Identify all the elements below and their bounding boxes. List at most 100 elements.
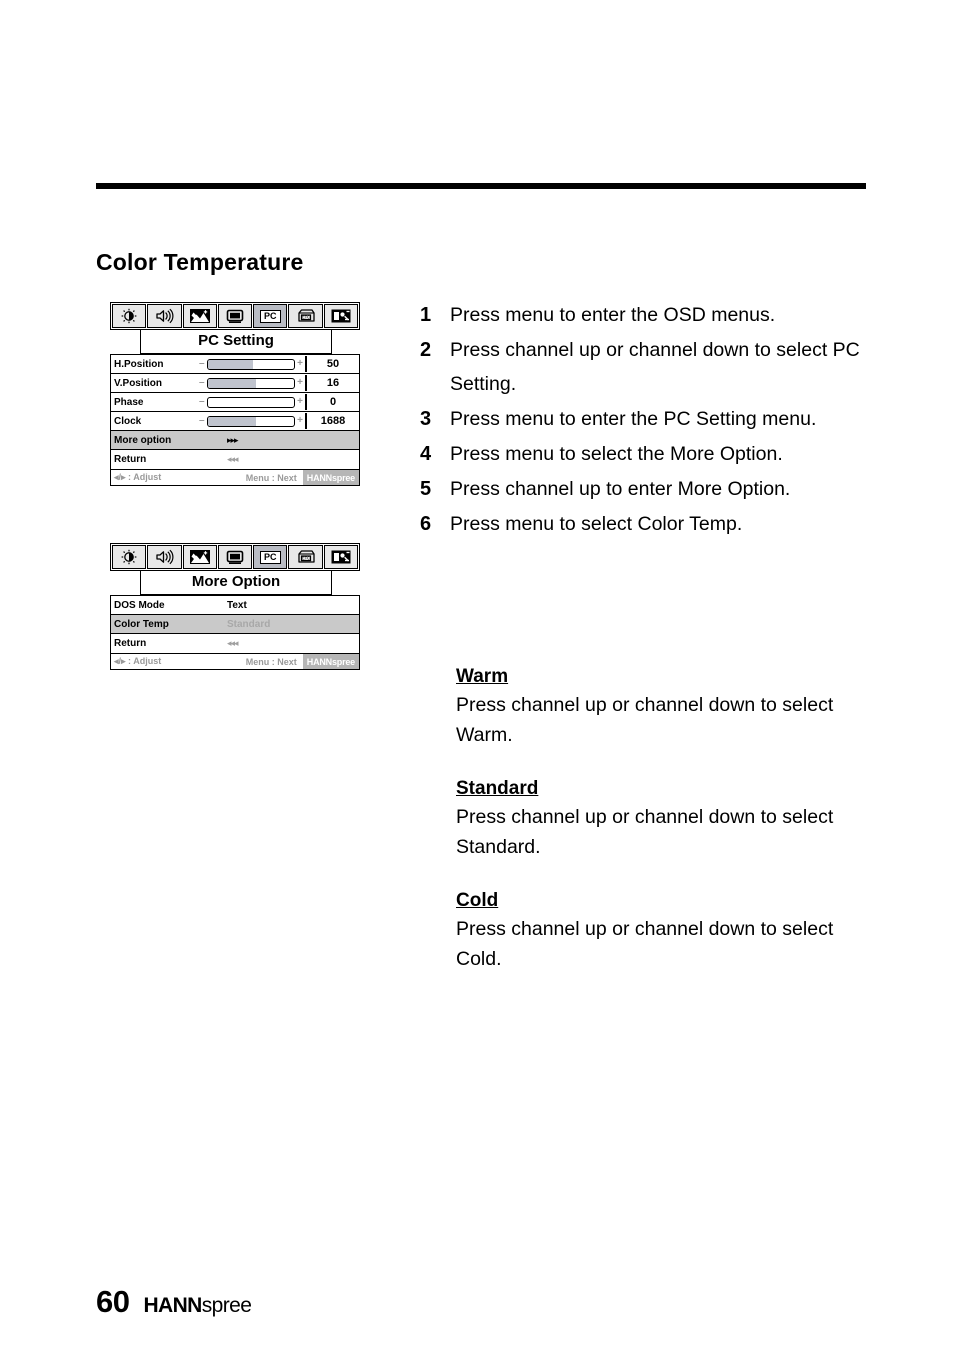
subsection-title: Cold [456, 890, 499, 911]
osd-row-value: 16 [305, 375, 359, 391]
plus-icon: + [297, 396, 303, 407]
list-item: 1 Press menu to enter the OSD menus. [420, 298, 860, 332]
tv-icon[interactable] [217, 304, 253, 328]
brightness-contrast-icon[interactable] [112, 545, 147, 569]
color-temp-options: Warm Press channel up or channel down to… [456, 666, 866, 1002]
subsection-title: Warm [456, 666, 509, 687]
osd-brand-badge: HANN spree [302, 654, 359, 669]
step-text: Press menu to select the More Option. [450, 443, 783, 465]
svg-text:ETC: ETC [301, 315, 309, 320]
step-text: Press menu to enter the PC Setting menu. [450, 408, 817, 430]
picture-icon[interactable] [182, 545, 217, 569]
osd-row-value: 0 [305, 394, 359, 410]
volume-icon[interactable] [147, 304, 182, 328]
osd-slider[interactable]: – + [199, 377, 305, 389]
osd-pc-setting-rows: H.Position – + 50 V.Position – + 16 Phas… [110, 354, 360, 470]
osd-more-option-statusbar: ◂/▸ : Adjust Menu : Next HANN spree [110, 654, 360, 670]
osd-brand-bold: HANN [306, 472, 332, 483]
header-rule [96, 183, 866, 189]
brightness-contrast-icon[interactable] [112, 304, 147, 328]
subsection-standard: Standard Press channel up or channel dow… [456, 778, 866, 862]
step-number: 2 [420, 339, 432, 361]
picture-icon[interactable] [182, 304, 217, 328]
pc-icon[interactable]: PC [253, 304, 288, 328]
brand-logo: HANNspree [143, 1294, 251, 1318]
step-number: 1 [420, 304, 432, 326]
step-text: Press channel up to enter More Option. [450, 478, 791, 500]
page-title: Color Temperature [96, 249, 304, 275]
osd-slider[interactable]: – + [199, 415, 305, 427]
minus-icon: – [199, 396, 205, 407]
input-source-icon[interactable] [323, 304, 358, 328]
osd-row-dos-mode[interactable]: DOS Mode Text [111, 596, 359, 615]
pc-icon-label: PC [260, 550, 281, 564]
osd-row-label: Clock [114, 415, 142, 427]
osd-row-more-option[interactable]: More option ▸▸▸ [111, 431, 359, 450]
osd-more-option-title: More Option [140, 571, 332, 595]
step-number: 4 [420, 443, 432, 465]
osd-brand-light: spree [331, 472, 355, 483]
instruction-steps: 1 Press menu to enter the OSD menus. 2 P… [420, 298, 860, 542]
minus-icon: – [199, 358, 205, 369]
osd-row-return[interactable]: Return ◂◂◂ [111, 450, 359, 469]
chevron-left-icon: ◂◂◂ [227, 638, 239, 648]
osd-row-return[interactable]: Return ◂◂◂ [111, 634, 359, 653]
tv-icon[interactable] [217, 545, 253, 569]
osd-icon-bar: PC ETC [110, 543, 360, 571]
osd-slider[interactable]: – + [199, 396, 305, 408]
brand-logo-bold: HANN [143, 1294, 202, 1317]
osd-row-label: V.Position [114, 377, 162, 389]
svg-text:ETC: ETC [301, 556, 309, 561]
osd-row-value: 50 [305, 356, 359, 372]
status-adjust-hint: ◂/▸ : Adjust [114, 656, 162, 666]
osd-row-vposition[interactable]: V.Position – + 16 [111, 374, 359, 393]
subsection-warm: Warm Press channel up or channel down to… [456, 666, 866, 750]
page-number: 60 [96, 1284, 130, 1319]
pc-icon[interactable]: PC [253, 545, 288, 569]
osd-row-value: 1688 [305, 413, 359, 429]
osd-pc-setting-title: PC Setting [140, 330, 332, 354]
osd-row-label: Return [114, 454, 147, 465]
brand-logo-light: spree [201, 1294, 252, 1317]
osd-brand-bold: HANN [306, 656, 332, 667]
osd-row-value: Standard [227, 618, 271, 630]
slider-track[interactable] [206, 377, 296, 389]
etc-icon[interactable]: ETC [288, 545, 323, 569]
osd-row-value: Text [227, 599, 247, 611]
osd-row-color-temp[interactable]: Color Temp Standard [111, 615, 359, 634]
osd-row-clock[interactable]: Clock – + 1688 [111, 412, 359, 431]
osd-row-label: Phase [114, 396, 144, 408]
list-item: 2 Press channel up or channel down to se… [420, 333, 860, 401]
input-source-icon[interactable] [323, 545, 358, 569]
osd-brand-light: spree [331, 656, 355, 667]
osd-slider[interactable]: – + [199, 358, 305, 370]
osd-row-label: Color Temp [114, 618, 169, 630]
list-item: 4 Press menu to select the More Option. [420, 437, 860, 471]
list-item: 3 Press menu to enter the PC Setting men… [420, 402, 860, 436]
osd-row-label: Return [114, 638, 147, 649]
slider-track[interactable] [206, 358, 296, 370]
plus-icon: + [297, 358, 303, 369]
step-text: Press menu to select Color Temp. [450, 513, 743, 535]
osd-pc-setting-panel: PC ETC PC Setting H.Position – + 50 V.Po… [110, 302, 360, 486]
etc-icon[interactable]: ETC [288, 304, 323, 328]
osd-more-option-panel: PC ETC More Option DOS Mode Text Color T… [110, 543, 360, 670]
slider-fill [207, 359, 253, 369]
slider-fill [207, 416, 257, 426]
osd-row-label: DOS Mode [114, 599, 165, 611]
subsection-body: Press channel up or channel down to sele… [456, 918, 834, 970]
status-next-hint: Menu : Next [245, 656, 297, 667]
osd-row-phase[interactable]: Phase – + 0 [111, 393, 359, 412]
slider-fill [207, 378, 257, 388]
slider-track[interactable] [206, 396, 296, 408]
subsection-body: Press channel up or channel down to sele… [456, 806, 834, 858]
osd-brand-badge: HANN spree [302, 470, 359, 485]
osd-row-label: More option [114, 434, 172, 446]
osd-pc-setting-statusbar: ◂/▸ : Adjust Menu : Next HANN spree [110, 470, 360, 486]
osd-row-hposition[interactable]: H.Position – + 50 [111, 355, 359, 374]
slider-track[interactable] [206, 415, 296, 427]
page-footer: 60 HANNspree [96, 1284, 252, 1320]
osd-more-option-rows: DOS Mode Text Color Temp Standard Return… [110, 595, 360, 654]
volume-icon[interactable] [147, 545, 182, 569]
list-item: 6 Press menu to select Color Temp. [420, 507, 860, 541]
